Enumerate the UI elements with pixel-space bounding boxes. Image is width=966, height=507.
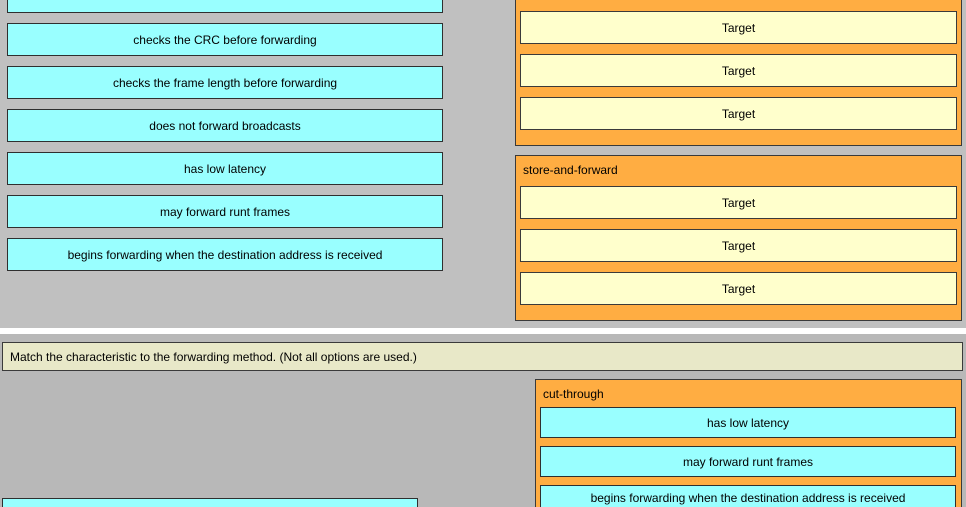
group-store-and-forward: store-and-forward Target Target Target <box>515 155 962 321</box>
option-no-broadcast[interactable]: does not forward broadcasts <box>7 109 443 142</box>
group-cut-through-top: Target Target Target <box>515 0 962 146</box>
top-exercise-panel: checks the CRC before forwarding checks … <box>0 0 966 328</box>
option-partial-hidden[interactable] <box>7 0 443 13</box>
group-title: store-and-forward <box>523 163 618 177</box>
drop-target[interactable]: Target <box>520 186 957 219</box>
option-partial-hidden[interactable] <box>2 498 418 507</box>
drop-target[interactable]: Target <box>520 229 957 262</box>
answer-runt-frames[interactable]: may forward runt frames <box>540 446 956 477</box>
drop-target[interactable]: Target <box>520 272 957 305</box>
answer-begins-forwarding[interactable]: begins forwarding when the destination a… <box>540 485 956 507</box>
answer-low-latency[interactable]: has low latency <box>540 407 956 438</box>
option-low-latency[interactable]: has low latency <box>7 152 443 185</box>
drop-target[interactable]: Target <box>520 97 957 130</box>
bottom-answer-panel: Match the characteristic to the forwardi… <box>0 334 966 507</box>
instruction-bar: Match the characteristic to the forwardi… <box>2 342 963 371</box>
option-runt-frames[interactable]: may forward runt frames <box>7 195 443 228</box>
option-checks-crc[interactable]: checks the CRC before forwarding <box>7 23 443 56</box>
option-checks-frame-length[interactable]: checks the frame length before forwardin… <box>7 66 443 99</box>
drop-target[interactable]: Target <box>520 11 957 44</box>
group-title: cut-through <box>543 387 604 401</box>
option-begins-forwarding[interactable]: begins forwarding when the destination a… <box>7 238 443 271</box>
group-cut-through-answer: cut-through has low latency may forward … <box>535 379 962 507</box>
drop-target[interactable]: Target <box>520 54 957 87</box>
